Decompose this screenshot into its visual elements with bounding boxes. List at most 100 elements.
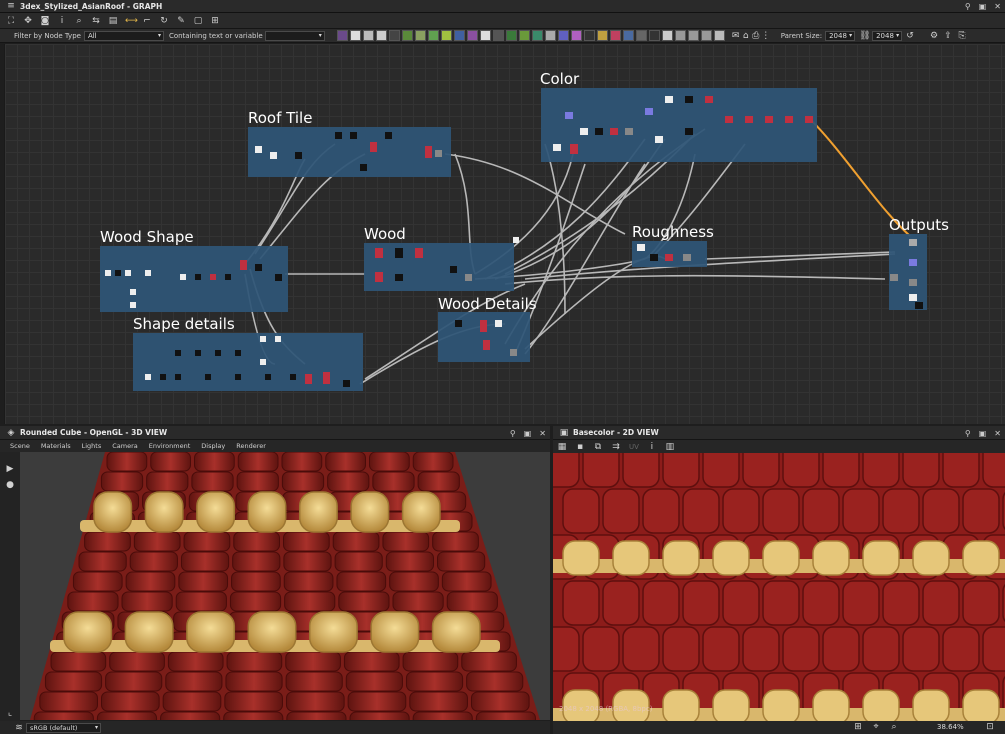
node-palette-icon[interactable] bbox=[518, 30, 530, 41]
graph-canvas[interactable]: Color Roof Tile Wood Shape Wood Roughnes… bbox=[4, 44, 1005, 424]
maximize-icon[interactable]: ▣ bbox=[979, 2, 987, 11]
lock-icon[interactable]: ⊡ bbox=[985, 722, 995, 732]
node-palette-icon[interactable] bbox=[362, 30, 374, 41]
close-icon[interactable]: ✕ bbox=[994, 429, 1001, 438]
node-palette-icon[interactable] bbox=[609, 30, 621, 41]
roof-tile bbox=[285, 691, 345, 712]
ornament-cap bbox=[662, 689, 700, 721]
parent-size-dropdown[interactable]: 2048 bbox=[825, 30, 856, 41]
colorspace-dropdown[interactable]: sRGB (default) bbox=[26, 722, 101, 733]
search-icon[interactable]: ⌕ bbox=[74, 16, 84, 26]
node-palette-icon[interactable] bbox=[466, 30, 478, 41]
node-palette-icon[interactable] bbox=[479, 30, 491, 41]
node-palette-icon[interactable] bbox=[557, 30, 569, 41]
node-palette-icon[interactable] bbox=[453, 30, 465, 41]
node-palette-icon[interactable] bbox=[531, 30, 543, 41]
view3d-viewport[interactable] bbox=[20, 452, 550, 720]
link-size-icon[interactable]: ⛓ bbox=[859, 31, 870, 41]
menu-lights[interactable]: Lights bbox=[82, 442, 102, 450]
close-icon[interactable]: ✕ bbox=[539, 429, 546, 438]
link-mode-icon[interactable]: ⇆ bbox=[91, 16, 101, 26]
node-palette-icon[interactable] bbox=[505, 30, 517, 41]
pin-node-icon[interactable]: ⌂ bbox=[741, 31, 751, 41]
save-icon[interactable]: ▪ bbox=[575, 442, 585, 452]
info-icon[interactable]: ⅰ bbox=[57, 16, 67, 26]
ornament-cap bbox=[370, 611, 420, 653]
grid-snap-icon[interactable]: ⊞ bbox=[210, 16, 220, 26]
reset-size-icon[interactable]: ↺ bbox=[905, 31, 915, 41]
grid-icon[interactable]: ⊞ bbox=[853, 722, 863, 732]
node-palette-icon[interactable] bbox=[713, 30, 725, 41]
uv-toggle[interactable]: UV bbox=[629, 443, 639, 451]
node-palette-icon[interactable] bbox=[544, 30, 556, 41]
light-bulb-icon[interactable]: ● bbox=[5, 480, 15, 490]
node-palette-icon[interactable] bbox=[583, 30, 595, 41]
channels-icon[interactable]: ▦ bbox=[557, 442, 567, 452]
refresh-icon[interactable]: ↻ bbox=[159, 16, 169, 26]
menu-renderer[interactable]: Renderer bbox=[236, 442, 266, 450]
expand-icon[interactable]: ⌞ bbox=[5, 708, 15, 718]
comment-icon[interactable]: ✉ bbox=[731, 31, 741, 41]
pin-icon[interactable]: ⚲ bbox=[965, 429, 971, 438]
crosshair-icon[interactable]: ⌖ bbox=[871, 722, 881, 732]
zoom-fit-icon[interactable]: ⌕ bbox=[889, 722, 899, 732]
node-palette-icon[interactable] bbox=[427, 30, 439, 41]
roof-tile bbox=[722, 488, 760, 534]
node-type-dropdown[interactable]: All bbox=[83, 30, 164, 41]
node-palette-icon[interactable] bbox=[336, 30, 348, 41]
roof-tile bbox=[125, 571, 176, 592]
share-icon[interactable]: ⎘ bbox=[957, 31, 967, 41]
align-icon[interactable]: ▤ bbox=[108, 16, 118, 26]
node-palette-icon[interactable] bbox=[674, 30, 686, 41]
node-palette-icon[interactable] bbox=[570, 30, 582, 41]
node-palette-icon[interactable] bbox=[388, 30, 400, 41]
layout-icon[interactable]: ⌐ bbox=[142, 16, 152, 26]
roof-tile bbox=[285, 671, 343, 692]
fit-view-icon[interactable]: ⛶ bbox=[6, 16, 16, 26]
node-palette-icon[interactable] bbox=[492, 30, 504, 41]
more-icon[interactable]: ⋮ bbox=[761, 31, 771, 41]
node-palette-icon[interactable] bbox=[596, 30, 608, 41]
output-size-dropdown[interactable]: 2048 bbox=[872, 30, 903, 41]
containing-dropdown[interactable] bbox=[264, 30, 325, 41]
node-palette-icon[interactable] bbox=[687, 30, 699, 41]
menu-camera[interactable]: Camera bbox=[112, 442, 138, 450]
export-icon[interactable]: ⎙ bbox=[751, 31, 761, 41]
node-palette-icon[interactable] bbox=[375, 30, 387, 41]
roof-tile bbox=[232, 551, 281, 572]
pin-icon[interactable]: ⚲ bbox=[965, 2, 971, 11]
publish-icon[interactable]: ⇪ bbox=[943, 31, 953, 41]
node-palette-icon[interactable] bbox=[635, 30, 647, 41]
maximize-icon[interactable]: ▣ bbox=[524, 429, 532, 438]
connect-icon[interactable]: ⟷ bbox=[125, 16, 138, 26]
pan-icon[interactable]: ✥ bbox=[23, 16, 33, 26]
node-palette-icon[interactable] bbox=[622, 30, 634, 41]
node-palette-icon[interactable] bbox=[661, 30, 673, 41]
menu-scene[interactable]: Scene bbox=[10, 442, 30, 450]
menu-environment[interactable]: Environment bbox=[149, 442, 191, 450]
view2d-viewport[interactable]: 2048 x 2048 (RGBA, 8bpc) bbox=[553, 453, 1005, 721]
tools-icon[interactable]: ✎ bbox=[176, 16, 186, 26]
pin-icon[interactable]: ⚲ bbox=[510, 429, 516, 438]
histogram-icon[interactable]: ▥ bbox=[665, 442, 675, 452]
menu-materials[interactable]: Materials bbox=[41, 442, 71, 450]
tile-icon[interactable]: ⇉ bbox=[611, 442, 621, 452]
roof-tile bbox=[233, 531, 280, 552]
menu-display[interactable]: Display bbox=[201, 442, 225, 450]
node-palette-icon[interactable] bbox=[440, 30, 452, 41]
layers-icon[interactable]: ≋ bbox=[14, 723, 24, 733]
copy-icon[interactable]: ⧉ bbox=[593, 442, 603, 452]
graph-settings-icon[interactable]: ⚙ bbox=[929, 31, 939, 41]
video-camera-icon[interactable]: ▶ bbox=[5, 464, 15, 474]
camera-icon[interactable]: ◙ bbox=[40, 16, 50, 26]
roof-tile bbox=[882, 580, 920, 626]
maximize-icon[interactable]: ▣ bbox=[979, 429, 987, 438]
info-icon[interactable]: ⅰ bbox=[647, 442, 657, 452]
node-palette-icon[interactable] bbox=[700, 30, 712, 41]
node-palette-icon[interactable] bbox=[401, 30, 413, 41]
frame-icon[interactable]: ▢ bbox=[193, 16, 203, 26]
node-palette-icon[interactable] bbox=[648, 30, 660, 41]
node-palette-icon[interactable] bbox=[349, 30, 361, 41]
close-icon[interactable]: ✕ bbox=[994, 2, 1001, 11]
node-palette-icon[interactable] bbox=[414, 30, 426, 41]
